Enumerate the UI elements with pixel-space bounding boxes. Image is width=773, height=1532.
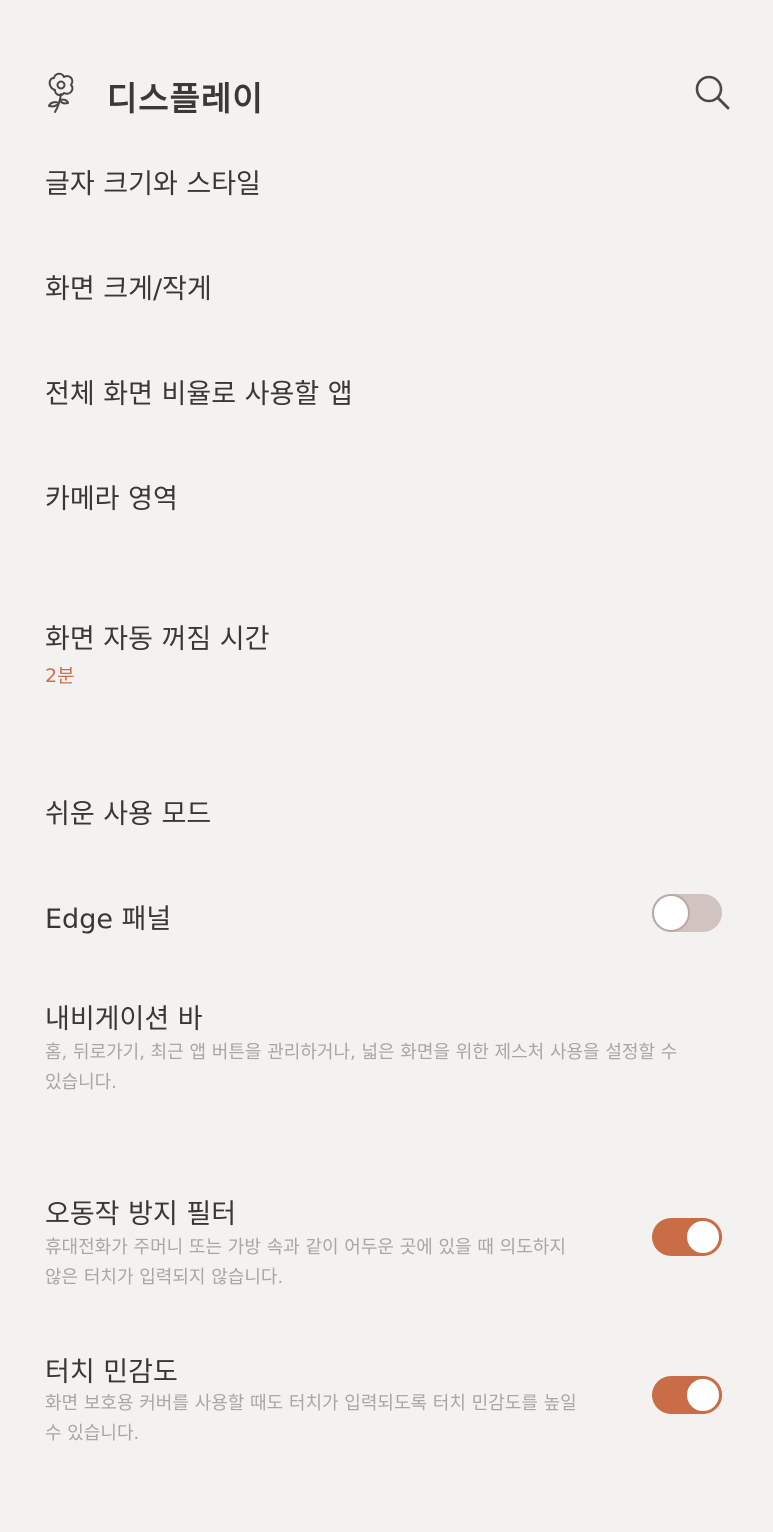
setting-screen-zoom[interactable]: 화면 크게/작게 xyxy=(0,255,773,325)
touch-sensitivity-toggle[interactable] xyxy=(652,1376,722,1414)
setting-description: 휴대전화가 주머니 또는 가방 속과 같이 어두운 곳에 있을 때 의도하지 xyxy=(45,1237,566,1258)
setting-fullscreen-apps[interactable]: 전체 화면 비율로 사용할 앱 xyxy=(0,360,773,430)
setting-label: 화면 크게/작게 xyxy=(45,274,212,305)
edge-panels-toggle[interactable] xyxy=(652,894,722,932)
setting-label: 쉬운 사용 모드 xyxy=(45,799,212,830)
setting-touch-sensitivity[interactable]: 터치 민감도 화면 보호용 커버를 사용할 때도 터치가 입력되도록 터치 민감… xyxy=(0,1338,773,1458)
setting-accidental-touch[interactable]: 오동작 방지 필터 휴대전화가 주머니 또는 가방 속과 같이 어두운 곳에 있… xyxy=(0,1180,773,1300)
setting-description: 홈, 뒤로가기, 최근 앱 버튼을 관리하거나, 넓은 화면을 위한 제스처 사… xyxy=(45,1042,678,1063)
setting-camera-cutout[interactable]: 카메라 영역 xyxy=(0,465,773,535)
setting-description: 화면 보호용 커버를 사용할 때도 터치가 입력되도록 터치 민감도를 높일 xyxy=(45,1393,577,1414)
page-title: 디스플레이 xyxy=(107,79,264,118)
setting-label: 전체 화면 비율로 사용할 앱 xyxy=(45,379,353,410)
setting-label: 내비게이션 바 xyxy=(45,1004,203,1035)
setting-easy-mode[interactable]: 쉬운 사용 모드 xyxy=(0,780,773,850)
app-header: 디스플레이 xyxy=(0,60,773,124)
setting-edge-panels[interactable]: Edge 패널 xyxy=(0,885,773,955)
setting-label: 글자 크기와 스타일 xyxy=(45,169,261,200)
toggle-knob xyxy=(684,1218,722,1256)
setting-label: 터치 민감도 xyxy=(45,1357,178,1388)
toggle-knob xyxy=(652,894,690,932)
toggle-knob xyxy=(684,1376,722,1414)
setting-font-size[interactable]: 글자 크기와 스타일 xyxy=(0,150,773,220)
accidental-touch-toggle[interactable] xyxy=(652,1218,722,1256)
setting-value: 2분 xyxy=(45,665,75,687)
setting-label: 카메라 영역 xyxy=(45,484,178,515)
setting-label: 화면 자동 꺼짐 시간 xyxy=(45,624,270,655)
setting-description: 않은 터치가 입력되지 않습니다. xyxy=(45,1267,284,1288)
setting-label: Edge 패널 xyxy=(45,904,172,935)
setting-screen-timeout[interactable]: 화면 자동 꺼짐 시간 2분 xyxy=(0,605,773,705)
flower-icon xyxy=(48,72,74,113)
setting-navigation-bar[interactable]: 내비게이션 바 홈, 뒤로가기, 최근 앱 버튼을 관리하거나, 넓은 화면을 … xyxy=(0,985,773,1105)
setting-description: 있습니다. xyxy=(45,1072,117,1093)
setting-description: 수 있습니다. xyxy=(45,1423,140,1444)
setting-label: 오동작 방지 필터 xyxy=(45,1199,237,1230)
search-icon[interactable] xyxy=(692,72,732,112)
